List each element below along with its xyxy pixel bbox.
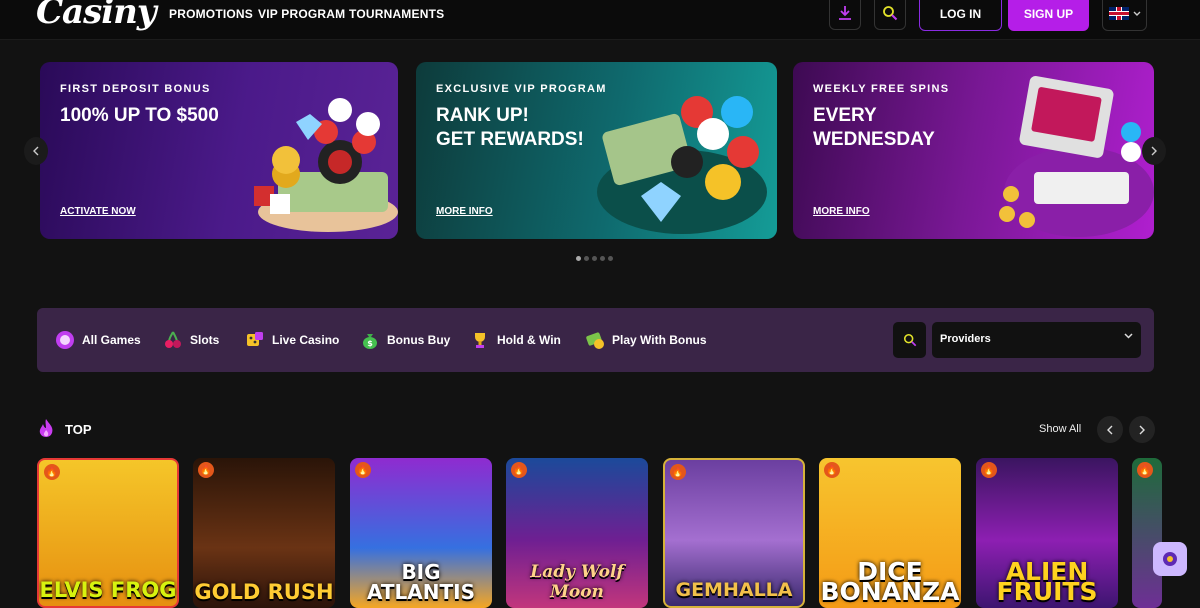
- games-prev-button[interactable]: [1097, 416, 1123, 443]
- uk-flag-icon: [1108, 7, 1129, 20]
- carousel-dot[interactable]: [576, 256, 581, 261]
- providers-dropdown[interactable]: Providers: [932, 322, 1141, 358]
- casino-chips-illustration: [254, 98, 398, 232]
- nav-tournaments[interactable]: TOURNAMENTS: [349, 7, 444, 21]
- more-info-link[interactable]: MORE INFO: [813, 206, 870, 217]
- carousel-next-button[interactable]: [1142, 137, 1166, 165]
- game-title: BIG ATLANTIS: [366, 560, 476, 604]
- game-title: DICE BONANZA: [820, 557, 960, 606]
- category-label: All Games: [82, 333, 141, 347]
- chevron-right-icon: [1151, 146, 1157, 156]
- fire-icon: [39, 419, 53, 437]
- carousel-dot[interactable]: [592, 256, 597, 261]
- games-next-button[interactable]: [1129, 416, 1155, 443]
- category-label: Slots: [190, 333, 220, 347]
- category-all-games[interactable]: All Games: [55, 330, 141, 350]
- banner-first-deposit[interactable]: FIRST DEPOSIT BONUS 100% UP TO $500 ACTI…: [40, 62, 398, 239]
- game-tile-gold-rush[interactable]: 🔥 GOLD RUSH: [193, 458, 335, 608]
- chevron-down-icon: [1133, 11, 1140, 16]
- category-label: Live Casino: [272, 333, 340, 347]
- money-bag-icon: $: [360, 330, 380, 350]
- carousel-dot[interactable]: [600, 256, 605, 261]
- game-tile-lady-wolf-moon[interactable]: 🔥 Lady Wolf Moon: [506, 458, 648, 608]
- category-bonus-buy[interactable]: $ Bonus Buy: [360, 330, 450, 350]
- game-tile-elvis-frog[interactable]: 🔥 ELVIS FROG: [37, 458, 179, 608]
- section-title: TOP: [65, 421, 92, 437]
- providers-label: Providers: [940, 333, 991, 345]
- carousel-dot[interactable]: [608, 256, 613, 261]
- game-title: ELVIS FROG: [39, 578, 177, 602]
- download-icon: [839, 6, 851, 20]
- chat-icon: [1163, 552, 1177, 566]
- carousel-prev-button[interactable]: [24, 137, 48, 165]
- search-button[interactable]: [874, 0, 906, 30]
- game-category-bar: All Games Slots Live Casino $ Bonus Buy …: [37, 308, 1154, 372]
- category-hold-and-win[interactable]: Hold & Win: [470, 330, 561, 350]
- hot-badge-icon: 🔥: [198, 462, 214, 478]
- vip-chips-illustration: [597, 96, 767, 234]
- top-header: Casiny PROMOTIONS VIP PROGRAM TOURNAMENT…: [0, 0, 1200, 40]
- category-slots[interactable]: Slots: [163, 330, 219, 350]
- bonus-icon: [585, 330, 605, 350]
- game-title: Lady Wolf Moon: [530, 562, 624, 602]
- banner-kicker: FIRST DEPOSIT BONUS: [60, 83, 211, 95]
- game-tile-gemhalla[interactable]: 🔥 GEMHALLA: [663, 458, 805, 608]
- game-tile-partial[interactable]: 🔥: [1132, 458, 1162, 608]
- hot-badge-icon: 🔥: [1137, 462, 1153, 478]
- game-tile-alien-fruits[interactable]: 🔥 ALIEN FRUITS: [976, 458, 1118, 608]
- hot-badge-icon: 🔥: [511, 462, 527, 478]
- chevron-down-icon: [1124, 333, 1133, 339]
- banner-weekly-free-spins[interactable]: WEEKLY FREE SPINS EVERY WEDNESDAY MORE I…: [793, 62, 1154, 239]
- chevron-left-icon: [1107, 425, 1113, 434]
- chip-icon: [55, 330, 75, 350]
- category-label: Bonus Buy: [387, 333, 451, 347]
- chevron-right-icon: [1139, 425, 1145, 434]
- support-chat-button[interactable]: [1153, 542, 1187, 576]
- hot-badge-icon: 🔥: [824, 462, 840, 478]
- signup-button[interactable]: SIGN UP: [1008, 0, 1089, 31]
- game-search-button[interactable]: [893, 322, 926, 358]
- activate-now-link[interactable]: ACTIVATE NOW: [60, 206, 136, 217]
- banner-title: EVERY WEDNESDAY: [813, 105, 935, 150]
- category-live-casino[interactable]: Live Casino: [245, 330, 339, 350]
- hot-badge-icon: 🔥: [355, 462, 371, 478]
- nav-promotions[interactable]: PROMOTIONS: [169, 7, 253, 21]
- dice-icon: [245, 330, 265, 350]
- download-button[interactable]: [829, 0, 861, 30]
- trophy-icon: [470, 330, 490, 350]
- game-tile-dice-bonanza[interactable]: 🔥 DICE BONANZA: [819, 458, 961, 608]
- language-selector[interactable]: [1102, 0, 1147, 31]
- banner-kicker: EXCLUSIVE VIP PROGRAM: [436, 83, 607, 95]
- banner-vip-program[interactable]: EXCLUSIVE VIP PROGRAM RANK UP! GET REWAR…: [416, 62, 777, 239]
- game-title: GOLD RUSH: [194, 580, 334, 604]
- carousel-dot[interactable]: [584, 256, 589, 261]
- chevron-left-icon: [33, 146, 39, 156]
- hot-badge-icon: 🔥: [670, 464, 686, 480]
- banner-kicker: WEEKLY FREE SPINS: [813, 83, 950, 95]
- show-all-link[interactable]: Show All: [1039, 423, 1081, 435]
- nav-vip-program[interactable]: VIP PROGRAM: [258, 7, 345, 21]
- category-label: Hold & Win: [497, 333, 561, 347]
- game-tile-big-atlantis[interactable]: 🔥 BIG ATLANTIS: [350, 458, 492, 608]
- hot-badge-icon: 🔥: [44, 464, 60, 480]
- search-icon: [903, 333, 916, 347]
- carousel-dots: [576, 256, 613, 261]
- category-play-with-bonus[interactable]: Play With Bonus: [585, 330, 707, 350]
- game-title: ALIEN FRUITS: [996, 557, 1098, 606]
- login-button[interactable]: LOG IN: [919, 0, 1002, 31]
- more-info-link[interactable]: MORE INFO: [436, 206, 493, 217]
- game-title: GEMHALLA: [675, 579, 793, 601]
- cherry-icon: [163, 330, 183, 350]
- site-logo[interactable]: Casiny: [36, 0, 157, 32]
- svg-text:$: $: [367, 339, 373, 348]
- computer-slots-illustration: [999, 76, 1154, 237]
- top-section-heading: TOP: [37, 418, 92, 440]
- search-icon: [883, 6, 898, 21]
- category-label: Play With Bonus: [612, 333, 707, 347]
- hot-badge-icon: 🔥: [981, 462, 997, 478]
